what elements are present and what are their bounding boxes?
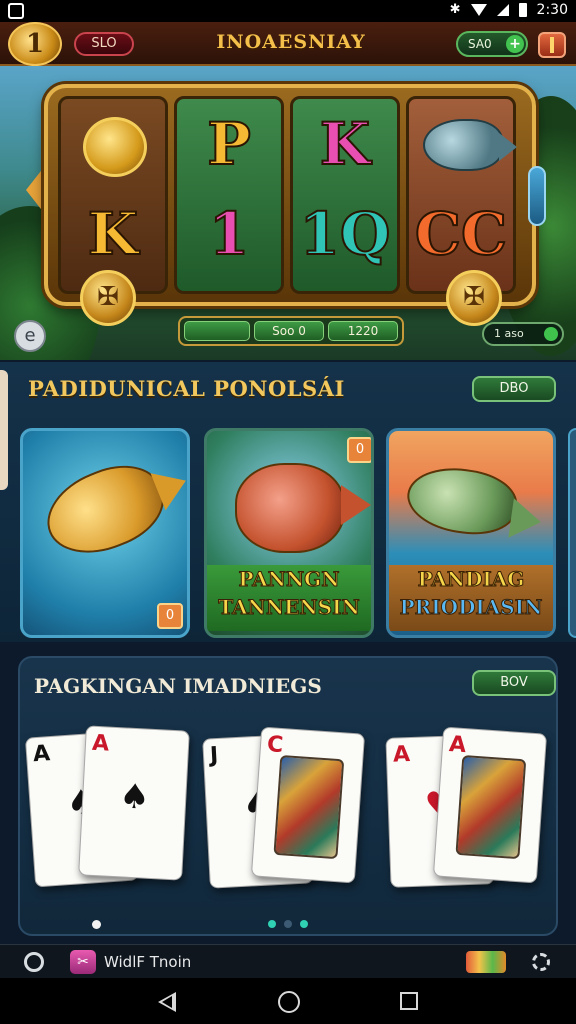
reel-symbol: K bbox=[319, 109, 371, 179]
slo-button[interactable]: SLO bbox=[74, 32, 134, 56]
game-title-line1: PANDIAG bbox=[417, 567, 525, 592]
coin-balance-pill[interactable]: SA0 + bbox=[456, 31, 528, 57]
game-title-line2: TANNENSIN bbox=[218, 595, 360, 620]
bottom-app-bar: ✂ WidlF Tnoin bbox=[0, 944, 576, 978]
game-title-line1: PANNGN bbox=[238, 567, 340, 592]
win-amount[interactable]: 1220 bbox=[328, 321, 398, 341]
see-all-button[interactable]: DBO bbox=[472, 376, 556, 402]
gift-icon[interactable] bbox=[538, 32, 566, 58]
recent-apps-icon[interactable] bbox=[400, 992, 418, 1010]
notification-icon bbox=[8, 3, 24, 19]
system-navigation-bar bbox=[0, 978, 576, 1024]
carousel-dot[interactable] bbox=[92, 920, 101, 929]
slot-reel-3: K 1Q bbox=[290, 96, 400, 294]
app-shortcut-icon[interactable]: ✂ bbox=[70, 950, 96, 974]
card-rank: A bbox=[448, 732, 467, 759]
settings-icon[interactable] bbox=[532, 953, 550, 971]
cartoon-fish-icon bbox=[235, 463, 371, 553]
slot-machine-banner: K P 1 K 1Q CC ✠ ✠ Soo 0 1220 e 1 aso bbox=[0, 66, 576, 360]
game-card-label: PANNGN TANNENSIN bbox=[207, 565, 371, 631]
medal-emblem-icon: ✠ bbox=[446, 270, 502, 326]
spade-icon: ♠ bbox=[118, 776, 151, 818]
game-card-label: PANDIAG PRIODIASIN bbox=[389, 565, 553, 631]
card-rank: A bbox=[392, 742, 411, 768]
section-title: PAGKINGAN IMADNIEGS bbox=[34, 674, 322, 698]
game-card-pannagn[interactable]: 0 PANNGN TANNENSIN bbox=[204, 428, 374, 638]
game-card-golden-fish[interactable]: 0 bbox=[20, 428, 190, 638]
auto-spin-icon[interactable]: e bbox=[14, 320, 46, 352]
home-icon[interactable] bbox=[278, 991, 300, 1013]
fish-symbol-icon bbox=[423, 119, 517, 171]
reward-tray-icon[interactable] bbox=[466, 951, 506, 973]
bet-segment[interactable] bbox=[184, 321, 250, 341]
slot-reel-1: K bbox=[58, 96, 168, 294]
game-title-line2: PRIODIASIN bbox=[399, 595, 543, 620]
playing-card[interactable]: A ♠ bbox=[78, 725, 190, 881]
game-card-pandiag[interactable]: PANDIAG PRIODIASIN bbox=[386, 428, 556, 638]
next-arrow-icon[interactable] bbox=[528, 166, 546, 226]
reel-symbol: K bbox=[87, 199, 139, 269]
card-rank: J bbox=[209, 743, 219, 769]
app-screen: ✱ 2:30 1 SLO INOAESNIAY SA0 + K P 1 K 1Q… bbox=[0, 0, 576, 1024]
face-card-art-icon bbox=[273, 754, 345, 860]
signal-icon bbox=[496, 4, 509, 16]
status-bar: ✱ 2:30 bbox=[0, 0, 576, 22]
battery-icon bbox=[518, 3, 527, 17]
top-app-bar: 1 SLO INOAESNIAY SA0 + bbox=[0, 22, 576, 66]
status-time: 2:30 bbox=[536, 2, 568, 18]
balance-pill[interactable]: 1 aso bbox=[482, 322, 564, 346]
app-logo-icon[interactable]: 1 bbox=[8, 22, 62, 66]
reel-symbol: 1Q bbox=[299, 199, 392, 269]
status-icons: ✱ 2:30 bbox=[450, 2, 568, 18]
bet-control-bar: Soo 0 1220 bbox=[178, 316, 404, 346]
playing-card-face[interactable]: C bbox=[250, 726, 366, 884]
card-rank: A bbox=[32, 741, 51, 768]
add-coins-icon[interactable]: + bbox=[506, 35, 524, 53]
bluetooth-icon: ✱ bbox=[449, 2, 461, 17]
refresh-icon[interactable] bbox=[24, 952, 44, 972]
bottom-bar-label[interactable]: WidlF Tnoin bbox=[104, 953, 191, 971]
gold-coins-symbol-icon bbox=[83, 117, 147, 177]
section-title: PADIDUNICAL PONOLSÁI bbox=[28, 376, 345, 401]
medal-emblem-icon: ✠ bbox=[80, 270, 136, 326]
back-icon[interactable] bbox=[158, 992, 176, 1012]
card-badge: 0 bbox=[157, 603, 183, 629]
balance-status-icon bbox=[544, 327, 558, 341]
coin-balance-text: SA0 bbox=[468, 37, 492, 51]
carousel-dot[interactable] bbox=[300, 920, 308, 928]
golden-fish-icon bbox=[34, 451, 176, 569]
card-rank: C bbox=[266, 732, 285, 759]
balance-text: 1 aso bbox=[494, 327, 524, 340]
carousel-pagination bbox=[268, 920, 308, 928]
reel-symbol: 1 bbox=[208, 199, 250, 269]
see-all-button[interactable]: BOV bbox=[472, 670, 556, 696]
jumping-fish-icon bbox=[403, 461, 521, 541]
wifi-icon bbox=[470, 4, 487, 16]
game-card-partial[interactable] bbox=[568, 428, 576, 638]
side-drawer-tab[interactable] bbox=[0, 370, 8, 490]
slot-reel-2: P 1 bbox=[174, 96, 284, 294]
face-card-art-icon bbox=[455, 754, 527, 860]
reel-symbol: CC bbox=[414, 199, 508, 269]
app-title: INOAESNIAY bbox=[216, 31, 366, 53]
playing-card-face[interactable]: A bbox=[432, 726, 548, 884]
carousel-dot[interactable] bbox=[268, 920, 276, 928]
reel-symbol: P bbox=[206, 109, 252, 179]
card-badge: 0 bbox=[347, 437, 371, 463]
fishing-games-section: PADIDUNICAL PONOLSÁI DBO 0 0 PANNGN TANN… bbox=[0, 362, 576, 642]
bet-amount[interactable]: Soo 0 bbox=[254, 321, 324, 341]
slot-reel-4: CC bbox=[406, 96, 517, 294]
card-rank: A bbox=[91, 730, 110, 757]
card-games-section: PAGKINGAN IMADNIEGS BOV A ♠ A ♠ J ♠ C A … bbox=[18, 656, 558, 936]
carousel-dot[interactable] bbox=[284, 920, 292, 928]
